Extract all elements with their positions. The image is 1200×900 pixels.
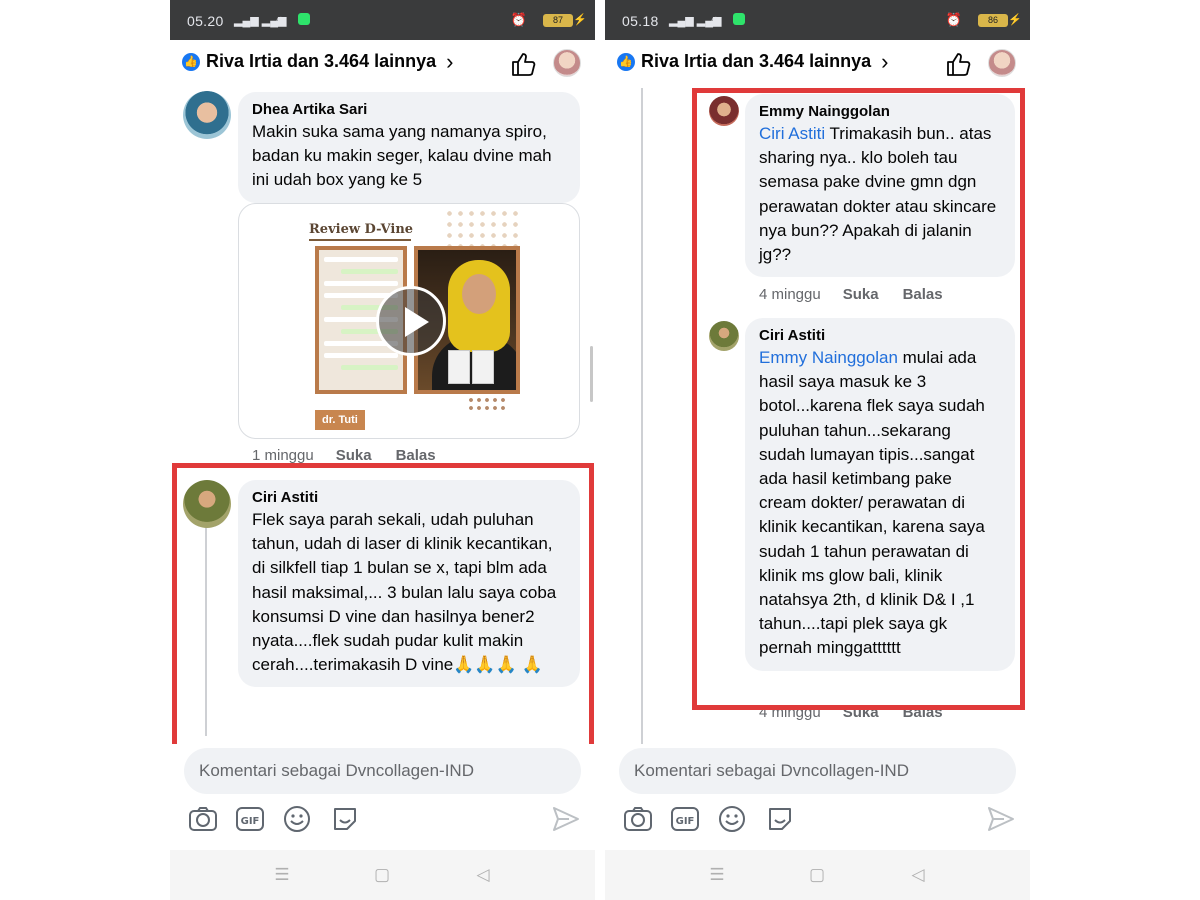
right-screenshot: 05.18 ▂▄▆ ▂▄▆ ◠ ⏰ 86 ⚡ 👍 Riva Irtia dan … (605, 0, 1030, 900)
charging-icon: ⚡ (573, 14, 587, 26)
sticker-icon[interactable] (765, 804, 795, 834)
decorative-dots (467, 396, 507, 414)
status-time: 05.20 (187, 13, 224, 29)
left-screenshot: 05.20 ▂▄▆ ▂▄▆ ◠ ⏰ 87 ⚡ 👍 Riva Irtia dan … (170, 0, 595, 900)
reactions-link[interactable]: 👍 Riva Irtia dan 3.464 lainnya › (182, 48, 454, 74)
send-icon[interactable] (551, 804, 581, 834)
wifi-icon: ◠ (711, 15, 721, 27)
like-badge-icon: 👍 (617, 52, 635, 71)
play-icon[interactable] (376, 286, 446, 356)
menu-icon[interactable]: ☰ (271, 864, 293, 886)
alarm-icon: ⏰ (945, 12, 962, 27)
back-triangle-icon[interactable]: ◁ (472, 864, 494, 886)
chevron-right-icon: › (881, 48, 889, 74)
app-notification-icon (733, 13, 745, 25)
likes-summary: Riva Irtia dan 3.464 lainnya (206, 51, 437, 71)
system-nav-bar: ☰ ▢ ◁ (605, 850, 1030, 900)
avatar[interactable] (183, 91, 231, 139)
gif-icon[interactable]: GIF (235, 804, 265, 834)
title-underline (309, 239, 411, 241)
page-avatar[interactable] (988, 49, 1016, 77)
battery-icon: 87 (543, 14, 573, 27)
svg-text:GIF: GIF (676, 816, 695, 827)
comment-composer: GIF (170, 744, 595, 850)
comment-input[interactable] (184, 748, 581, 794)
reply-link[interactable]: Balas (396, 447, 436, 464)
like-badge-icon: 👍 (182, 52, 200, 71)
thumbs-up-icon[interactable] (944, 50, 972, 78)
status-bar: 05.18 ▂▄▆ ▂▄▆ ◠ ⏰ 86 ⚡ (605, 0, 1030, 40)
camera-icon[interactable] (623, 804, 653, 834)
comment-bubble: Dhea Artika Sari Makin suka sama yang na… (238, 92, 580, 203)
home-square-icon[interactable]: ▢ (806, 864, 828, 886)
comment-time: 1 minggu (252, 447, 314, 464)
comment-input[interactable] (619, 748, 1016, 794)
emoji-icon[interactable] (717, 804, 747, 834)
video-title: Review D-Vine (309, 222, 414, 237)
video-tag: dr. Tuti (315, 410, 365, 430)
wifi-icon: ◠ (276, 15, 286, 27)
page-avatar[interactable] (553, 49, 581, 77)
menu-icon[interactable]: ☰ (706, 864, 728, 886)
back-triangle-icon[interactable]: ◁ (907, 864, 929, 886)
home-square-icon[interactable]: ▢ (371, 864, 393, 886)
comment-actions: 1 minggu Suka Balas (252, 447, 460, 464)
svg-text:GIF: GIF (241, 816, 260, 827)
gif-icon[interactable]: GIF (670, 804, 700, 834)
thread-line (641, 88, 643, 744)
highlight-box (172, 463, 594, 756)
like-link[interactable]: Suka (336, 447, 372, 464)
highlight-box (692, 88, 1025, 710)
camera-icon[interactable] (188, 804, 218, 834)
video-attachment[interactable]: Review D-Vine dr. Tuti (238, 203, 580, 439)
status-bar: 05.20 ▂▄▆ ▂▄▆ ◠ ⏰ 87 ⚡ (170, 0, 595, 40)
reactions-header: 👍 Riva Irtia dan 3.464 lainnya › (605, 40, 1030, 88)
app-notification-icon (298, 13, 310, 25)
chevron-right-icon: › (446, 48, 454, 74)
decorative-dots (444, 208, 524, 248)
send-icon[interactable] (986, 804, 1016, 834)
reactions-link[interactable]: 👍 Riva Irtia dan 3.464 lainnya › (617, 48, 889, 74)
status-time: 05.18 (622, 13, 659, 29)
scrollbar[interactable] (590, 346, 593, 402)
thumbs-up-icon[interactable] (509, 50, 537, 78)
reactions-header: 👍 Riva Irtia dan 3.464 lainnya › (170, 40, 595, 88)
comment-author[interactable]: Dhea Artika Sari (252, 100, 566, 120)
comment-text: Makin suka sama yang namanya spiro, bada… (252, 122, 552, 190)
likes-summary: Riva Irtia dan 3.464 lainnya (641, 51, 872, 71)
system-nav-bar: ☰ ▢ ◁ (170, 850, 595, 900)
charging-icon: ⚡ (1008, 14, 1022, 26)
battery-icon: 86 (978, 14, 1008, 27)
sticker-icon[interactable] (330, 804, 360, 834)
alarm-icon: ⏰ (510, 12, 527, 27)
emoji-icon[interactable] (282, 804, 312, 834)
comment-composer: GIF (605, 744, 1030, 850)
